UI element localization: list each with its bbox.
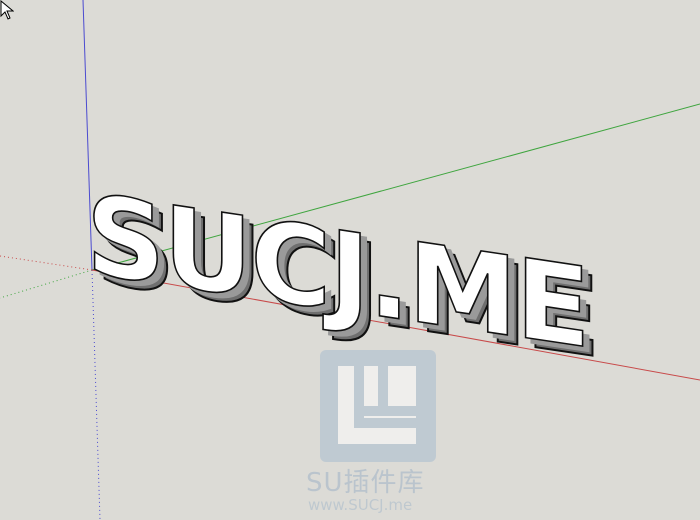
watermark: SU插件库 www.SUCJ.me [300,348,460,518]
arrow-cursor-icon [0,0,14,20]
model-viewport[interactable]: SUCJ.ME SUCJ.ME SUCJ.ME SU插件库 www.SUCJ.m… [0,0,700,520]
watermark-title: SU插件库 [306,468,425,498]
watermark-url: www.SUCJ.me [308,496,413,514]
watermark-logo-icon [320,350,436,462]
